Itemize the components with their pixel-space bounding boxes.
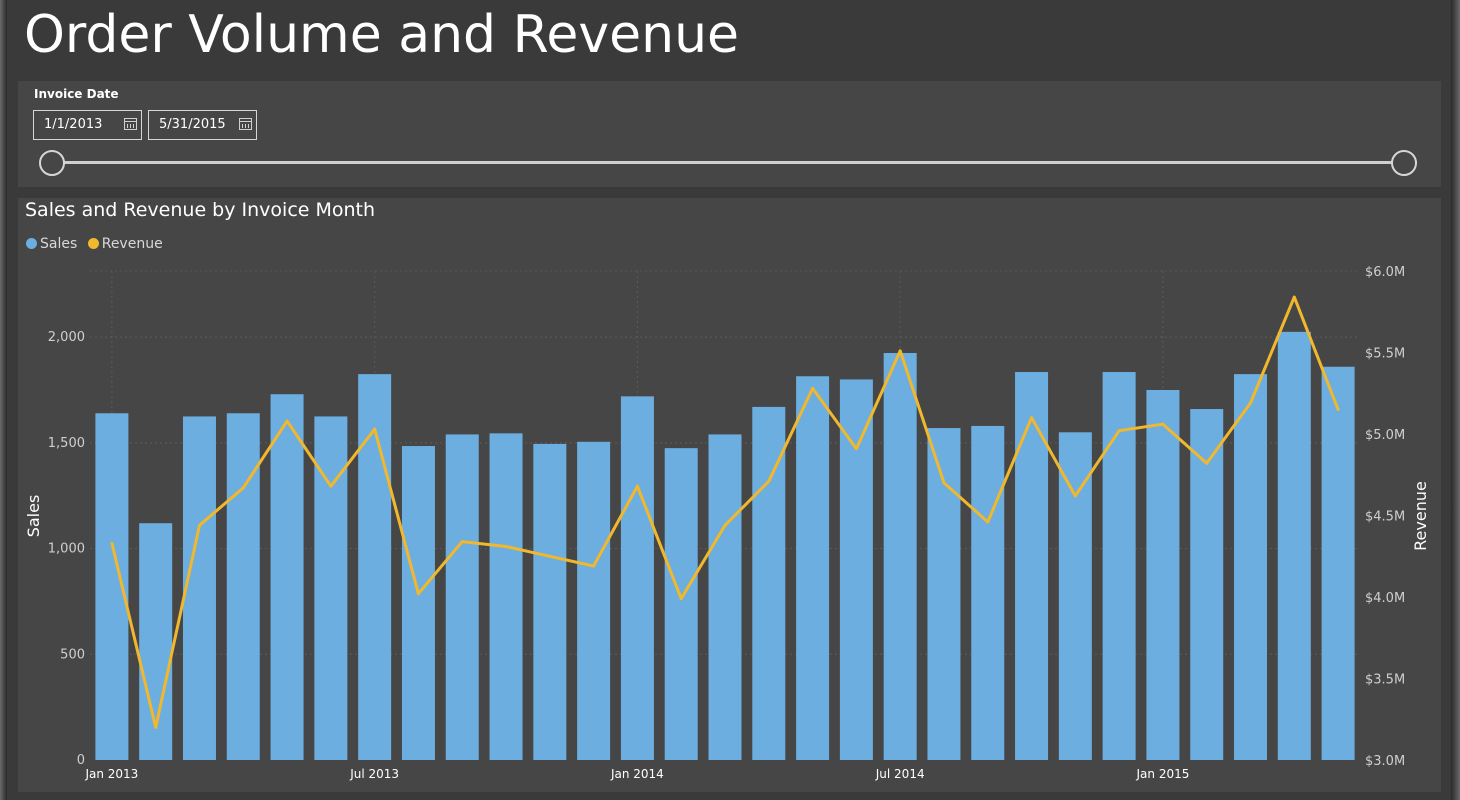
revenue-point — [1117, 429, 1121, 433]
end-date-input[interactable]: 5/31/2015 — [148, 110, 257, 140]
x-axis-tick-label: Jan 2013 — [84, 767, 138, 781]
sales-bar — [270, 394, 304, 760]
start-date-value: 1/1/2013 — [44, 117, 103, 132]
revenue-point — [679, 597, 683, 601]
y-axis-tick-label: 1,500 — [48, 436, 85, 451]
slider-handle-end[interactable] — [1391, 150, 1417, 176]
y-axis-tick-label: 500 — [60, 647, 85, 662]
revenue-point — [285, 419, 289, 423]
y-axis-tick-label: 0 — [77, 753, 85, 768]
revenue-point — [986, 520, 990, 524]
calendar-icon[interactable] — [239, 118, 252, 130]
x-axis-tick-label: Jul 2014 — [875, 767, 925, 781]
sales-bar — [489, 433, 523, 760]
revenue-point — [767, 479, 771, 483]
revenue-point — [110, 541, 114, 545]
sales-bar — [1321, 366, 1355, 760]
combo-chart-svg: 0 500 1,000 1,500 2,000 $3.0M $3.5M $4.0M $4.5M $… — [24, 265, 1430, 781]
window-frame-right — [1451, 0, 1460, 800]
revenue-point — [548, 554, 552, 558]
revenue-point — [504, 544, 508, 548]
y-axis-tick-label: 2,000 — [48, 330, 85, 345]
start-date-input[interactable]: 1/1/2013 — [33, 110, 142, 140]
page-title: Order Volume and Revenue — [24, 5, 740, 65]
revenue-point — [197, 523, 201, 527]
calendar-icon[interactable] — [124, 118, 137, 130]
y-right-axis-tick-label: $5.0M — [1365, 428, 1405, 443]
x-axis-tick-label: Jan 2014 — [610, 767, 664, 781]
sales-bar — [445, 434, 479, 760]
end-date-value: 5/31/2015 — [159, 117, 226, 132]
revenue-point — [854, 447, 858, 451]
y-axis-tick-label: 1,000 — [48, 542, 85, 557]
slicer-label: Invoice Date — [34, 87, 119, 101]
sales-bar — [1234, 374, 1268, 760]
sales-bar — [1058, 432, 1092, 760]
revenue-point — [723, 523, 727, 527]
window-frame-left — [0, 0, 7, 800]
invoice-date-slicer: Invoice Date 1/1/2013 5/31/2015 — [18, 81, 1441, 187]
revenue-point — [811, 386, 815, 390]
sales-bar — [401, 446, 435, 760]
sales-bar — [839, 379, 873, 760]
revenue-point — [592, 564, 596, 568]
sales-bar — [182, 416, 216, 760]
sales-bar — [927, 428, 961, 760]
y-right-axis-tick-label: $4.5M — [1365, 510, 1405, 525]
sales-bar — [883, 353, 917, 760]
revenue-point — [898, 349, 902, 353]
revenue-point — [1161, 422, 1165, 426]
sales-revenue-chart-panel: Sales and Revenue by Invoice Month Sales… — [18, 198, 1441, 792]
revenue-point — [373, 427, 377, 431]
y-right-axis-tick-label: $5.5M — [1365, 347, 1405, 362]
revenue-point — [329, 484, 333, 488]
sales-bar — [533, 443, 567, 760]
y-right-axis-tick-label: $4.0M — [1365, 591, 1405, 606]
sales-bar — [664, 448, 698, 760]
sales-bar — [1277, 331, 1311, 760]
sales-bar — [1146, 390, 1180, 760]
revenue-point — [1030, 416, 1034, 420]
revenue-point — [942, 481, 946, 485]
y-right-axis-tick-label: $6.0M — [1365, 265, 1405, 280]
x-axis-tick-label: Jan 2015 — [1136, 767, 1190, 781]
x-axis-tick-label: Jul 2013 — [349, 767, 399, 781]
sales-bar — [226, 413, 260, 760]
date-range-slider-track[interactable] — [51, 161, 1413, 164]
revenue-point — [1249, 401, 1253, 405]
slider-handle-start[interactable] — [39, 150, 65, 176]
sales-bar — [1015, 372, 1049, 760]
sales-bar — [971, 425, 1005, 760]
revenue-point — [460, 540, 464, 544]
revenue-point — [1336, 408, 1340, 412]
y-right-axis-title: Revenue — [1411, 481, 1430, 551]
y-right-axis-tick-label: $3.5M — [1365, 673, 1405, 688]
y-right-axis-tick-label: $3.0M — [1365, 754, 1405, 769]
revenue-point — [241, 486, 245, 490]
revenue-point — [1073, 494, 1077, 498]
revenue-point — [635, 484, 639, 488]
revenue-point — [154, 725, 158, 729]
sales-bar — [620, 396, 654, 760]
y-axis-title: Sales — [24, 495, 43, 538]
revenue-point — [1205, 461, 1209, 465]
sales-bar — [796, 376, 830, 760]
revenue-point — [1292, 295, 1296, 299]
sales-bar — [577, 441, 611, 760]
revenue-point — [416, 592, 420, 596]
sales-bar — [708, 434, 742, 760]
